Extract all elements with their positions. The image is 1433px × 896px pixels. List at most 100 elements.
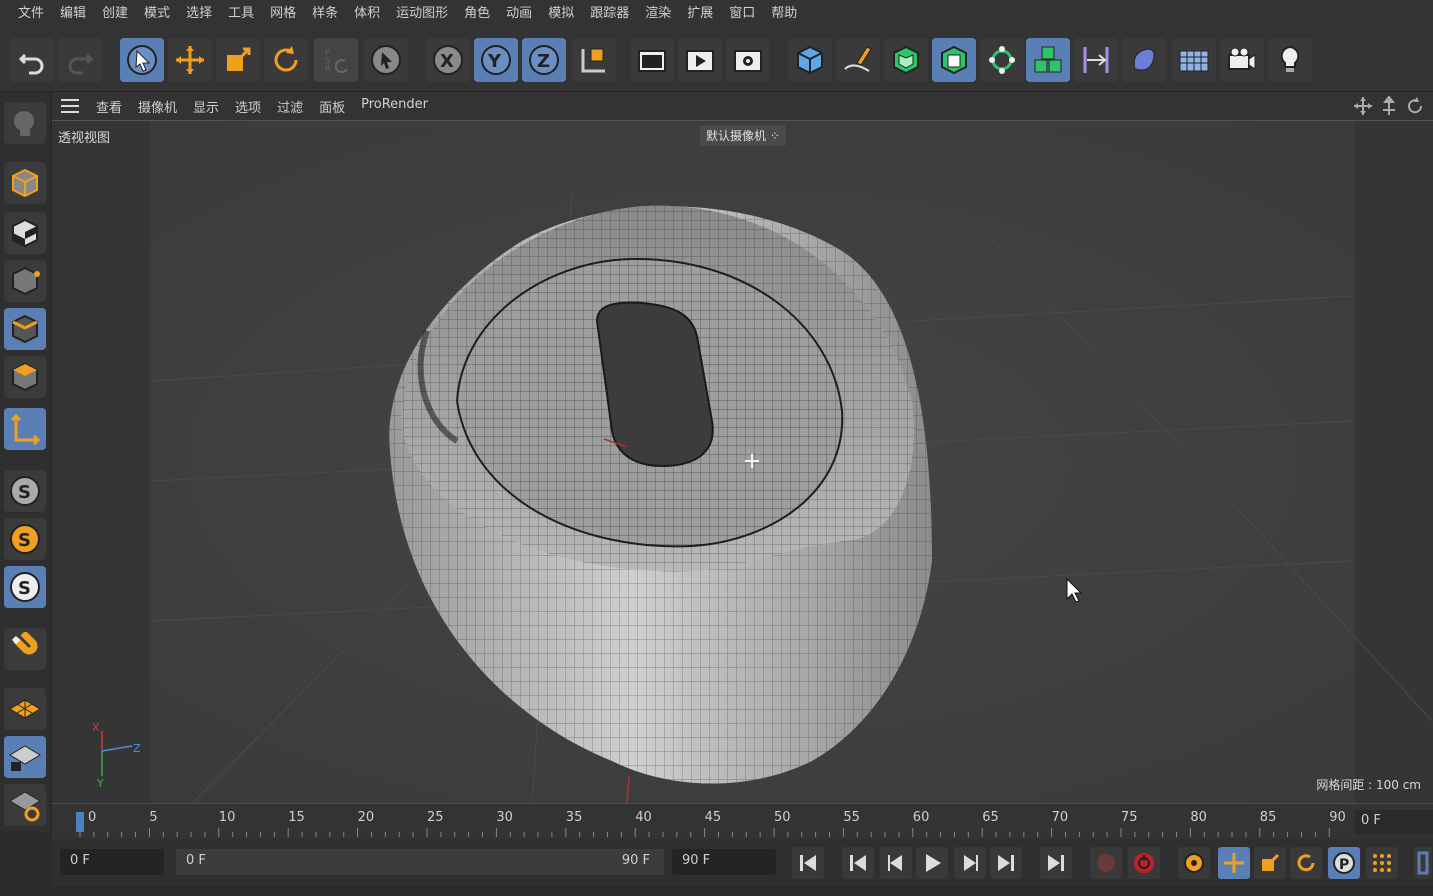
end-frame-field[interactable]: 90 F (672, 849, 776, 875)
subdivision-icon[interactable] (884, 38, 928, 82)
viewport-menu-item[interactable]: 选项 (227, 97, 269, 116)
key-parameter-icon[interactable]: P (1328, 847, 1360, 879)
svg-text:S: S (18, 578, 31, 599)
axis-mode-icon[interactable] (4, 408, 46, 450)
redo-icon[interactable] (58, 38, 102, 82)
camera-label[interactable]: 默认摄像机 ⁘ (700, 125, 786, 146)
viewport-menu-icon[interactable] (52, 99, 88, 113)
deformer-icon[interactable] (1074, 38, 1118, 82)
menu-item[interactable]: 编辑 (52, 0, 94, 28)
svg-text:S: S (18, 530, 31, 551)
magnet-icon[interactable] (4, 628, 46, 670)
zoom-view-icon[interactable] (1379, 96, 1399, 116)
snap-icon[interactable]: S (4, 470, 46, 512)
cube-icon[interactable] (788, 38, 832, 82)
light-icon[interactable] (1268, 38, 1312, 82)
model-mode-icon[interactable] (4, 162, 46, 204)
coord-system-icon[interactable] (572, 38, 616, 82)
rotate-icon[interactable] (264, 38, 308, 82)
range-start-label: 0 F (186, 853, 206, 868)
menu-item[interactable]: 跟踪器 (582, 0, 637, 28)
ruler-tick-label: 30 (496, 810, 513, 825)
field-icon[interactable] (1122, 38, 1166, 82)
menu-item[interactable]: 文件 (10, 0, 52, 28)
extrude-icon[interactable] (932, 38, 976, 82)
key-rotation-icon[interactable] (1290, 847, 1322, 879)
z-axis-icon[interactable]: Z (522, 38, 566, 82)
perspective-viewport[interactable]: 透视视图 默认摄像机 ⁘ X Z Y 网格间距 : 100 cm (52, 120, 1433, 803)
goto-start-icon[interactable] (792, 847, 824, 879)
viewport-menu-item[interactable]: 显示 (185, 97, 227, 116)
menu-item[interactable]: 扩展 (679, 0, 721, 28)
key-scale-icon[interactable] (1254, 847, 1286, 879)
snap-enable-icon[interactable]: S (4, 518, 46, 560)
render-settings-icon[interactable] (726, 38, 770, 82)
next-key-icon[interactable] (990, 847, 1022, 879)
cloner-icon[interactable] (980, 38, 1024, 82)
live-select-icon[interactable] (364, 38, 408, 82)
snap-settings-icon[interactable]: S (4, 566, 46, 608)
prev-frame-icon[interactable] (880, 847, 912, 879)
timeline-ruler[interactable]: 0 5 10 15 20 25 30 35 40 45 50 55 60 65 70 75 80 85 90 0 F (52, 803, 1433, 839)
viewport-menu-item[interactable]: 摄像机 (130, 97, 185, 116)
menu-item[interactable]: 模式 (136, 0, 178, 28)
timeline-menu-icon[interactable] (1414, 847, 1432, 879)
point-mode-icon[interactable] (4, 260, 46, 302)
menu-item[interactable]: 选择 (178, 0, 220, 28)
render-region-icon[interactable] (630, 38, 674, 82)
play-icon[interactable] (916, 847, 948, 879)
start-frame-field[interactable]: 0 F (60, 849, 164, 875)
menu-item[interactable]: 创建 (94, 0, 136, 28)
camera-icon[interactable] (1220, 38, 1264, 82)
menu-item[interactable]: 工具 (220, 0, 262, 28)
record-disabled-icon[interactable] (1090, 847, 1122, 879)
mograph-icon[interactable] (1026, 38, 1070, 82)
head-icon[interactable] (4, 102, 46, 144)
move-icon[interactable] (168, 38, 212, 82)
workplane-icon[interactable] (4, 688, 46, 730)
menu-item[interactable]: 样条 (304, 0, 346, 28)
key-position-icon[interactable] (1218, 847, 1250, 879)
menu-item[interactable]: 动画 (498, 0, 540, 28)
next-frame-icon[interactable] (954, 847, 986, 879)
render-view-icon[interactable] (678, 38, 722, 82)
menu-item[interactable]: 网格 (262, 0, 304, 28)
menu-item[interactable]: 运动图形 (388, 0, 456, 28)
pen-icon[interactable] (836, 38, 880, 82)
x-axis-icon[interactable]: X (426, 38, 470, 82)
viewport-menu-item[interactable]: 查看 (88, 97, 130, 116)
menu-item[interactable]: 帮助 (763, 0, 805, 28)
planar-workplane-icon[interactable] (4, 784, 46, 826)
current-frame-field[interactable]: 0 F (1355, 810, 1433, 834)
scale-icon[interactable] (216, 38, 260, 82)
goto-end-icon[interactable] (1040, 847, 1072, 879)
prev-key-icon[interactable] (842, 847, 874, 879)
polygon-mode-icon[interactable] (4, 356, 46, 398)
viewport-menu-item[interactable]: ProRender (353, 97, 436, 116)
viewport-menu-item[interactable]: 面板 (311, 97, 353, 116)
main-toolbar: PSR X Y Z (0, 28, 1433, 92)
locked-workplane-icon[interactable] (4, 736, 46, 778)
svg-text:Y: Y (487, 51, 502, 72)
menu-item[interactable]: 角色 (456, 0, 498, 28)
menu-item[interactable]: 模拟 (540, 0, 582, 28)
pan-view-icon[interactable] (1353, 96, 1373, 116)
select-icon[interactable] (120, 38, 164, 82)
autokey-icon[interactable] (1128, 847, 1160, 879)
menu-item[interactable]: 渲染 (637, 0, 679, 28)
floor-icon[interactable] (1172, 38, 1216, 82)
psr-icon[interactable]: PSR (314, 38, 358, 82)
frame-range-slider[interactable]: 0 F 90 F (176, 849, 664, 875)
viewport-title: 透视视图 (58, 131, 111, 146)
menu-item[interactable]: 窗口 (721, 0, 763, 28)
camera-icon-small: ⁘ (769, 129, 780, 143)
undo-icon[interactable] (10, 38, 54, 82)
rotate-view-icon[interactable] (1405, 96, 1425, 116)
menu-item[interactable]: 体积 (346, 0, 388, 28)
key-point-level-icon[interactable] (1366, 847, 1398, 879)
texture-mode-icon[interactable] (4, 212, 46, 254)
keyframe-selection-icon[interactable] (1178, 847, 1210, 879)
edge-mode-icon[interactable] (4, 308, 46, 350)
viewport-menu-item[interactable]: 过滤 (269, 97, 311, 116)
y-axis-icon[interactable]: Y (474, 38, 518, 82)
